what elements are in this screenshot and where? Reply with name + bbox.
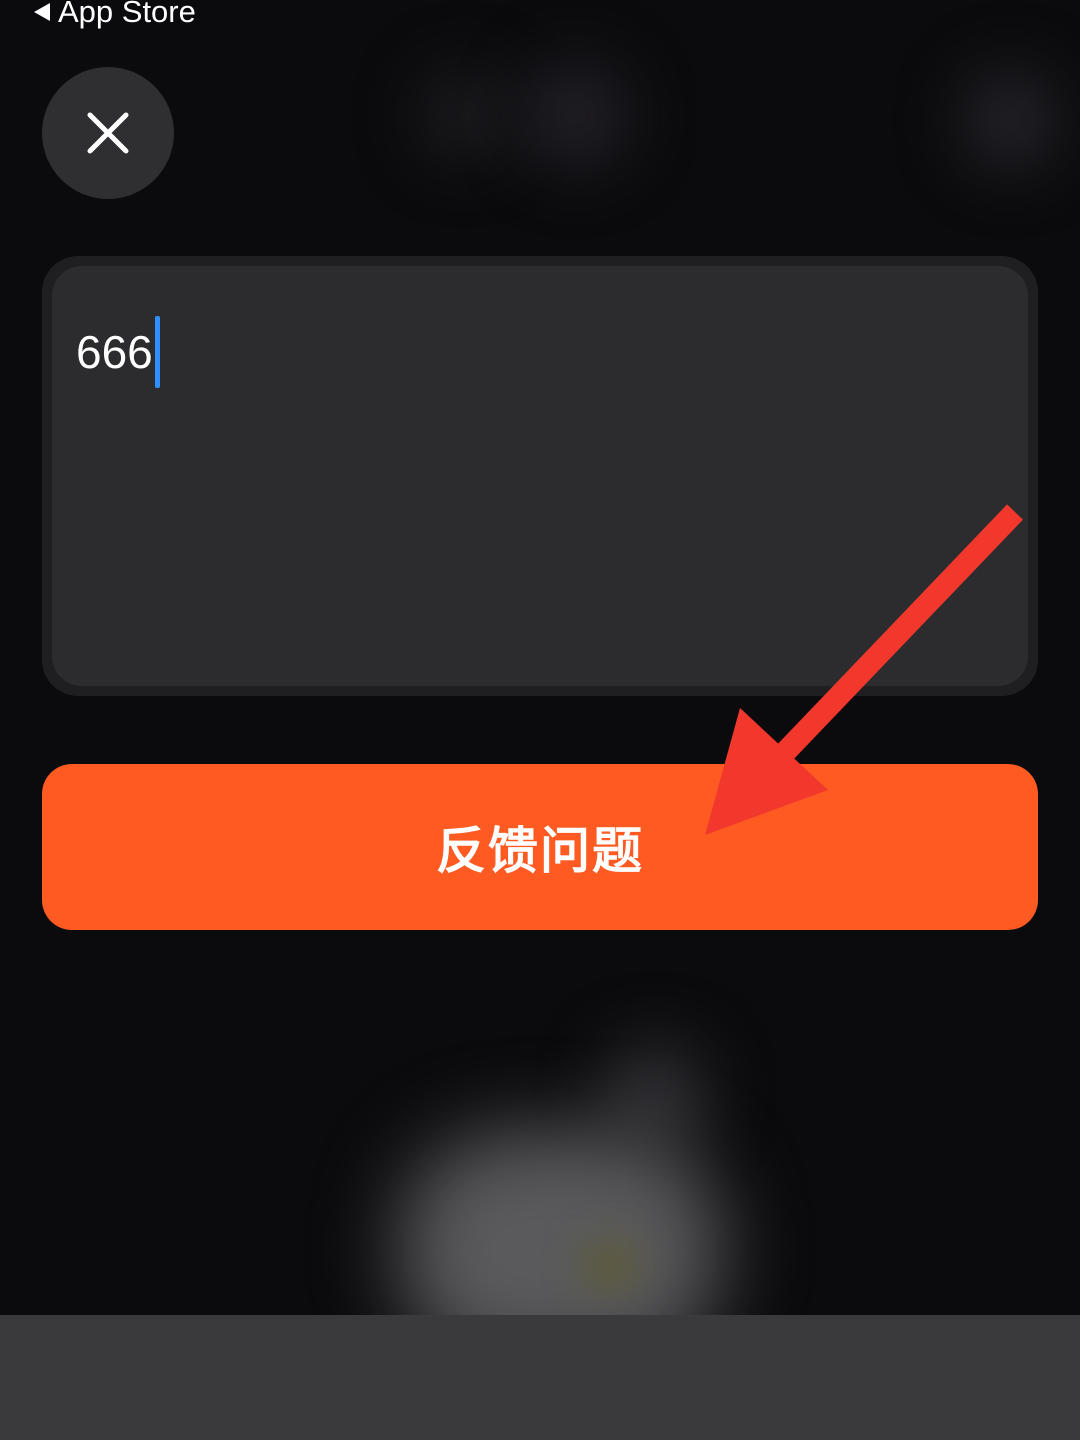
feedback-input-frame: 666 [42,256,1038,696]
bottom-panel [0,1315,1080,1440]
feedback-input-text: 666 [76,316,160,388]
background-blur [420,70,510,160]
feedback-input-value: 666 [76,326,153,378]
submit-feedback-button[interactable]: 反馈问题 [42,764,1038,930]
back-label: App Store [58,0,196,29]
feedback-screen: App Store 666 反馈问题 [0,0,1080,1440]
close-icon [87,112,129,154]
back-triangle-icon [34,3,50,21]
background-blur [520,60,630,170]
text-caret [154,316,160,388]
back-to-app-store[interactable]: App Store [34,0,196,32]
background-blur [580,1240,640,1290]
close-button[interactable] [42,67,174,199]
feedback-input[interactable]: 666 [52,266,1028,686]
submit-feedback-label: 反馈问题 [436,822,644,880]
background-blur [960,70,1060,170]
